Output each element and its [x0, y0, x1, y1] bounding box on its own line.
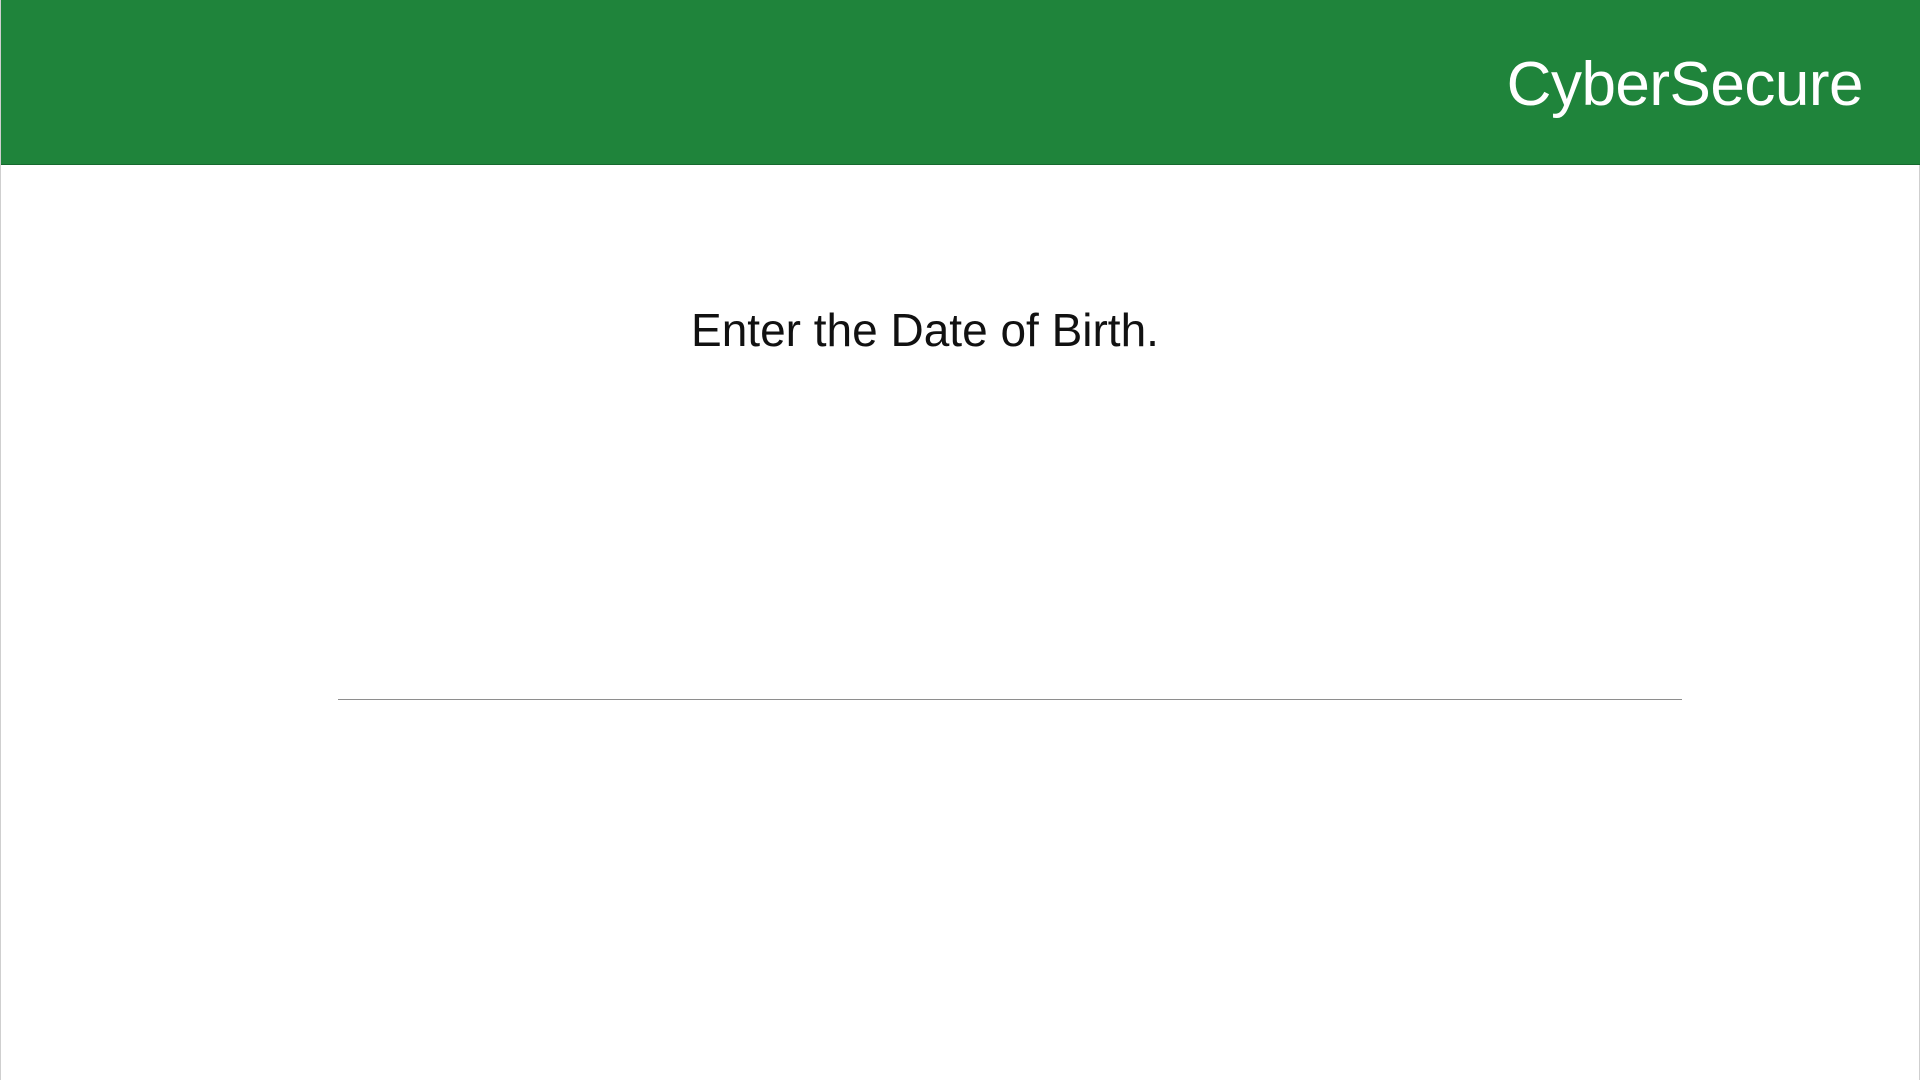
dob-prompt: Enter the Date of Birth. — [691, 304, 1159, 356]
page: CyberSecure Enter the Date of Birth. — [0, 0, 1920, 1080]
date-of-birth-input[interactable] — [338, 610, 1682, 700]
brand-name: CyberSecure — [1506, 50, 1864, 119]
header-bar: CyberSecure — [1, 0, 1920, 165]
dob-field-container — [338, 600, 1682, 700]
